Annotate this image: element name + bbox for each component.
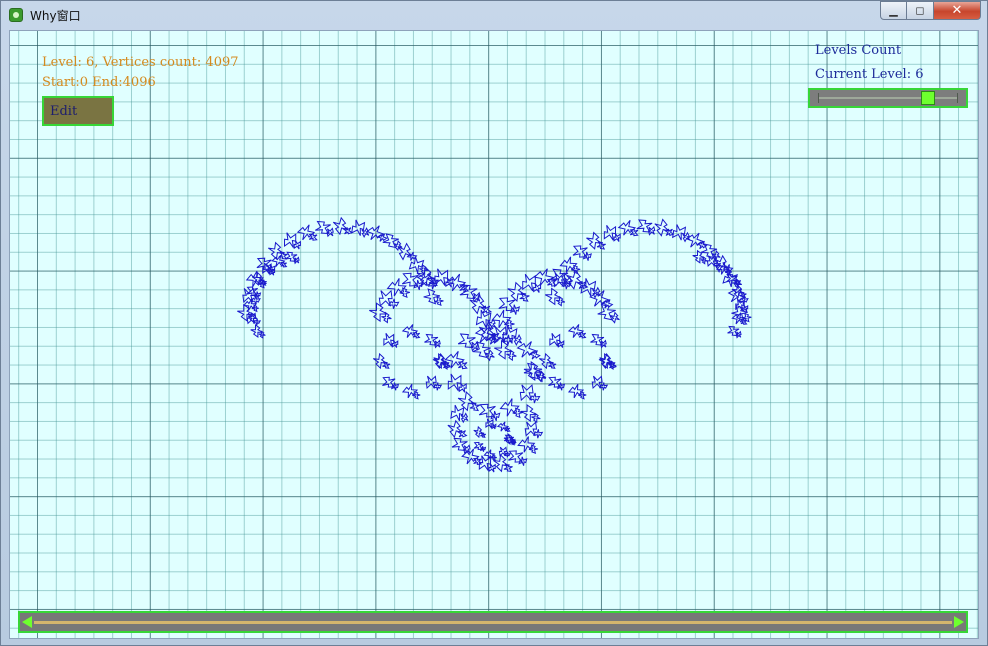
close-icon: ✕ xyxy=(951,3,963,18)
current-level-label: Current Level: 6 xyxy=(815,67,924,82)
horizontal-scrollbar[interactable] xyxy=(18,611,968,633)
level-slider-thumb[interactable] xyxy=(921,91,936,105)
level-slider-track xyxy=(818,97,958,99)
close-button[interactable]: ✕ xyxy=(934,1,981,20)
vertices-info: Level: 6, Vertices count: 4097 xyxy=(42,55,239,70)
edit-button[interactable]: Edit xyxy=(42,96,114,126)
scroll-left-arrow-icon[interactable] xyxy=(22,616,32,628)
levels-panel: Levels Count Current Level: 6 xyxy=(808,41,978,113)
level-slider-tick-end xyxy=(957,93,958,103)
level-slider[interactable] xyxy=(808,88,968,108)
minimize-button[interactable]: ▁ xyxy=(880,1,907,20)
maximize-icon: ◻ xyxy=(915,4,925,17)
range-info: Start:0 End:4096 xyxy=(42,75,156,90)
scrollbar-track[interactable] xyxy=(34,621,952,624)
window-title: Why窗口 xyxy=(30,9,81,23)
level-slider-tick-start xyxy=(818,93,819,103)
minimize-icon: ▁ xyxy=(889,4,898,17)
title-bar[interactable]: Why窗口 ▁ ◻ ✕ xyxy=(1,1,987,29)
canvas-area[interactable]: Level: 6, Vertices count: 4097 Start:0 E… xyxy=(9,30,979,639)
app-window: Why窗口 ▁ ◻ ✕ Level: 6, Vertices count: 40… xyxy=(0,0,988,646)
fractal-drawing xyxy=(237,216,752,473)
window-controls: ▁ ◻ ✕ xyxy=(880,1,981,21)
scroll-right-arrow-icon[interactable] xyxy=(954,616,964,628)
info-panel: Level: 6, Vertices count: 4097 Start:0 E… xyxy=(42,53,239,93)
leaf-app-icon xyxy=(9,8,23,22)
maximize-button[interactable]: ◻ xyxy=(907,1,934,20)
levels-count-label: Levels Count xyxy=(815,43,902,58)
